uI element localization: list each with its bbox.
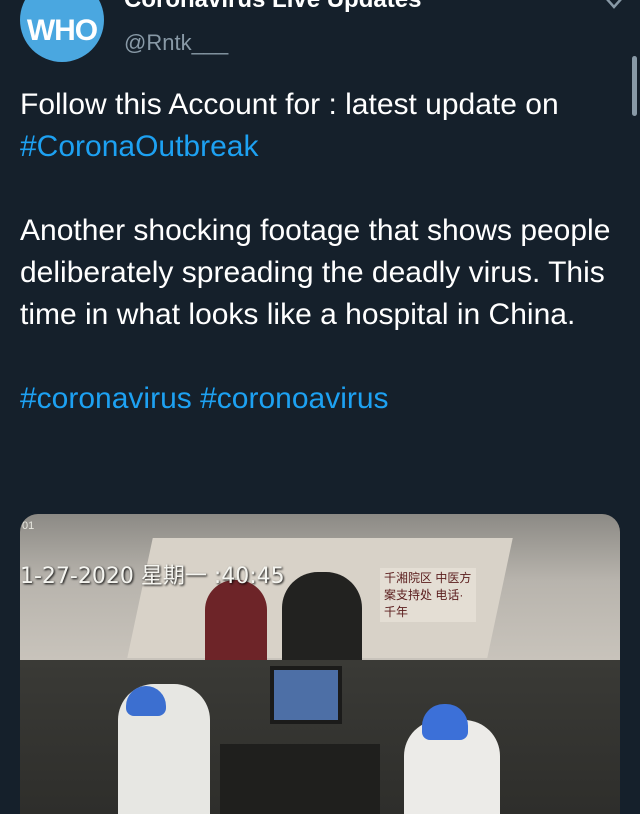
tweet-hashtags: #coronavirus #coronoavirus [20, 378, 630, 420]
hashtag-coronaoutbreak[interactable]: #CoronaOutbreak [20, 130, 258, 163]
avatar-logo-text: WHO [26, 14, 98, 47]
desk-equipment [220, 744, 380, 814]
hashtag-coronavirus[interactable]: #coronavirus [20, 382, 192, 415]
person-red-jacket [205, 580, 267, 664]
hashtag-coronoavirus[interactable]: #coronoavirus [200, 382, 388, 415]
computer-monitor [270, 666, 342, 724]
person-black-jacket [282, 572, 362, 668]
display-name[interactable]: Coronavirus Live Updates [124, 0, 421, 14]
account-handle[interactable]: @Rntk___ [124, 30, 228, 56]
scrollbar-thumb[interactable] [632, 56, 637, 116]
chevron-down-icon[interactable] [603, 0, 625, 12]
avatar[interactable]: WHO [20, 0, 104, 62]
cctv-corner-label: 01 [22, 520, 35, 532]
worker-right-cap [422, 704, 468, 740]
tweet-text: Follow this Account for : latest update … [20, 84, 630, 462]
cctv-sign: 千湘院区 中医方案支持处 电话·千年 [380, 568, 476, 622]
tweet-paragraph-1: Follow this Account for : latest update … [20, 84, 630, 168]
cctv-timestamp: 1-27-2020 星期一 :40:45 [20, 564, 285, 589]
tweet-paragraph-1-text: Follow this Account for : latest update … [20, 88, 559, 121]
tweet-header: WHO Coronavirus Live Updates @Rntk___ [0, 0, 640, 116]
tweet-video[interactable]: 千湘院区 中医方案支持处 电话·千年 01 1-27-2020 星期一 :40:… [20, 514, 620, 814]
tweet-paragraph-2: Another shocking footage that shows peop… [20, 214, 611, 331]
